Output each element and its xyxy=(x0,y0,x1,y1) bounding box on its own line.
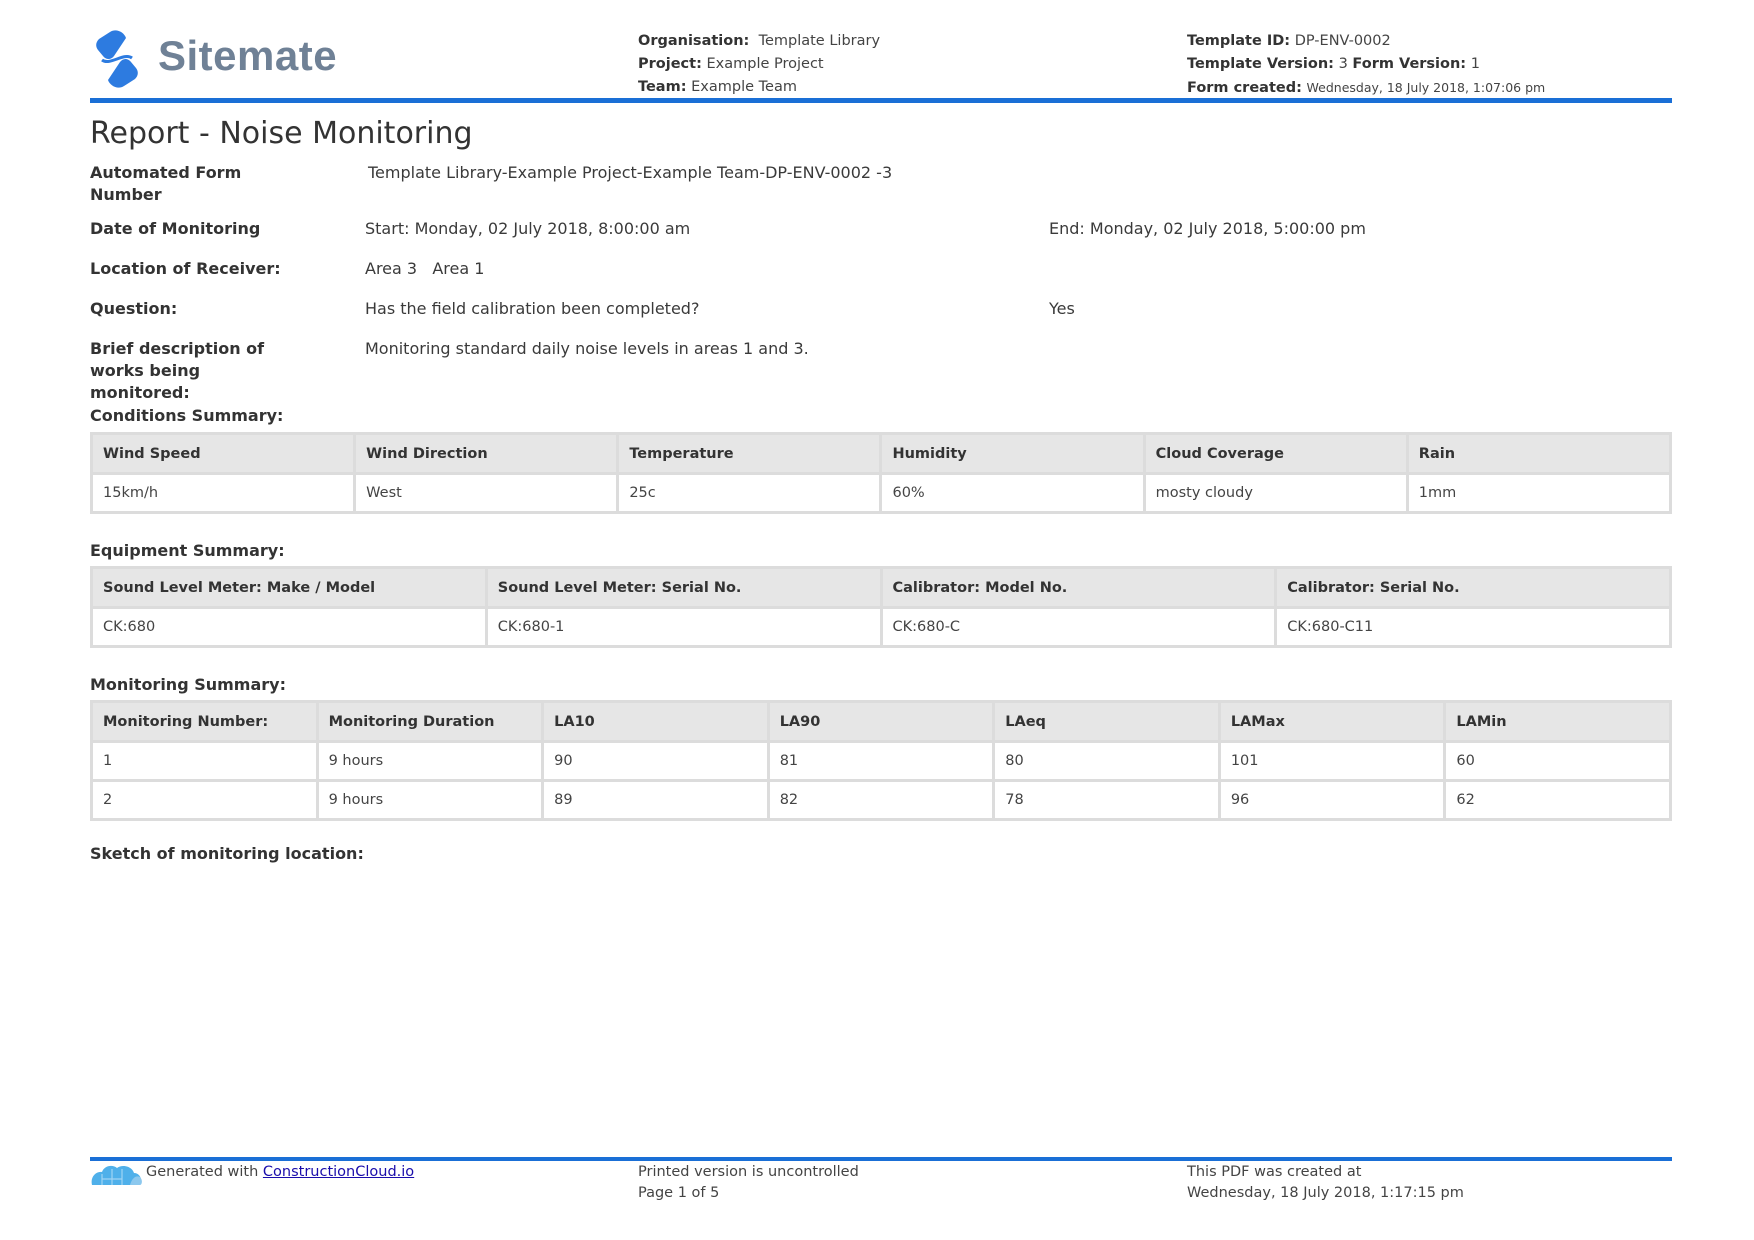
table-cell: 89 xyxy=(544,782,767,818)
table-row: 15km/h West 25c 60% mosty cloudy 1mm xyxy=(93,475,1669,511)
conditions-header-wind-speed: Wind Speed xyxy=(93,435,354,472)
footer-pdf-created: This PDF was created at Wednesday, 18 Ju… xyxy=(1187,1162,1464,1204)
monitoring-header-duration: Monitoring Duration xyxy=(318,703,542,740)
monitoring-header-la10: LA10 xyxy=(544,703,767,740)
conditions-title: Conditions Summary: xyxy=(90,406,284,425)
header-meta-organisation: Organisation: Template Library Project: … xyxy=(638,30,880,99)
table-cell: 96 xyxy=(1220,782,1444,818)
date-label: Date of Monitoring xyxy=(90,219,261,238)
table-cell: 80 xyxy=(995,743,1218,779)
conditions-header-wind-direction: Wind Direction xyxy=(356,435,617,472)
question-label: Question: xyxy=(90,299,178,318)
footer-divider xyxy=(90,1157,1672,1161)
construction-cloud-link[interactable]: ConstructionCloud.io xyxy=(263,1164,414,1180)
template-id-label: Template ID: xyxy=(1187,33,1291,49)
conditions-table: Wind Speed Wind Direction Temperature Hu… xyxy=(90,432,1672,514)
description-label: Brief description of works being monitor… xyxy=(90,339,265,402)
table-cell: 101 xyxy=(1220,743,1444,779)
table-row: CK:680 CK:680-1 CK:680-C CK:680-C11 xyxy=(93,609,1669,645)
project-value: Example Project xyxy=(706,56,824,72)
brand-name: Sitemate xyxy=(158,32,338,79)
template-version-value: 3 xyxy=(1338,56,1348,72)
team-label: Team: xyxy=(638,79,687,95)
footer-pdf-created-value: Wednesday, 18 July 2018, 1:17:15 pm xyxy=(1187,1185,1464,1201)
date-start-value: Start: Monday, 02 July 2018, 8:00:00 am xyxy=(365,219,691,238)
table-cell: CK:680 xyxy=(93,609,485,645)
conditions-header-cloud-coverage: Cloud Coverage xyxy=(1145,435,1406,472)
footer-generated: Generated with ConstructionCloud.io xyxy=(146,1162,414,1183)
equipment-header-row: Sound Level Meter: Make / Model Sound Le… xyxy=(93,569,1669,606)
equipment-header-calibrator-model: Calibrator: Model No. xyxy=(882,569,1275,606)
equipment-table: Sound Level Meter: Make / Model Sound Le… xyxy=(90,566,1672,648)
organisation-label: Organisation: xyxy=(638,33,750,49)
template-version-label: Template Version: xyxy=(1187,56,1334,72)
team-value: Example Team xyxy=(691,79,797,95)
table-cell: 62 xyxy=(1446,782,1669,818)
footer-generated-prefix: Generated with xyxy=(146,1164,259,1180)
location-label: Location of Receiver: xyxy=(90,259,281,278)
sitemate-logo-icon xyxy=(96,30,138,88)
sketch-title: Sketch of monitoring location: xyxy=(90,844,364,863)
table-cell: 15km/h xyxy=(93,475,354,511)
table-cell: 25c xyxy=(619,475,880,511)
table-row: 2 9 hours 89 82 78 96 62 xyxy=(93,782,1669,818)
conditions-header-humidity: Humidity xyxy=(882,435,1143,472)
form-number-label: Automated Form Number xyxy=(90,163,242,204)
table-cell: 90 xyxy=(544,743,767,779)
equipment-title: Equipment Summary: xyxy=(90,541,285,560)
form-number-value: Template Library-Example Project-Example… xyxy=(368,163,893,182)
monitoring-header-lamax: LAMax xyxy=(1220,703,1444,740)
table-cell: 2 xyxy=(93,782,316,818)
table-cell: 60% xyxy=(882,475,1143,511)
table-cell: 81 xyxy=(769,743,993,779)
footer-print-info: Printed version is uncontrolled Page 1 o… xyxy=(638,1162,859,1204)
monitoring-title: Monitoring Summary: xyxy=(90,675,286,694)
description-value: Monitoring standard daily noise levels i… xyxy=(365,339,809,358)
conditions-header-row: Wind Speed Wind Direction Temperature Hu… xyxy=(93,435,1669,472)
form-created-value: Wednesday, 18 July 2018, 1:07:06 pm xyxy=(1306,80,1546,95)
organisation-value: Template Library xyxy=(758,33,881,49)
table-cell: 9 hours xyxy=(318,782,542,818)
monitoring-header-la90: LA90 xyxy=(769,703,993,740)
table-cell: 78 xyxy=(995,782,1218,818)
form-version-label: Form Version: xyxy=(1352,56,1467,72)
table-cell: CK:680-C xyxy=(882,609,1275,645)
table-cell: 1 xyxy=(93,743,316,779)
equipment-header-meter-serial: Sound Level Meter: Serial No. xyxy=(487,569,880,606)
page-title: Report - Noise Monitoring xyxy=(90,116,473,151)
form-created-label: Form created: xyxy=(1187,80,1302,96)
table-cell: 82 xyxy=(769,782,993,818)
header-meta-template: Template ID: DP-ENV-0002 Template Versio… xyxy=(1187,30,1545,100)
footer-pdf-created-label: This PDF was created at xyxy=(1187,1164,1362,1180)
footer-page-number: Page 1 of 5 xyxy=(638,1185,720,1201)
equipment-header-calibrator-serial: Calibrator: Serial No. xyxy=(1277,569,1669,606)
conditions-header-rain: Rain xyxy=(1408,435,1669,472)
table-cell: mosty cloudy xyxy=(1145,475,1406,511)
table-row: 1 9 hours 90 81 80 101 60 xyxy=(93,743,1669,779)
construction-cloud-icon xyxy=(91,1165,142,1185)
project-label: Project: xyxy=(638,56,702,72)
table-cell: CK:680-1 xyxy=(487,609,880,645)
monitoring-header-number: Monitoring Number: xyxy=(93,703,316,740)
monitoring-header-lamin: LAMin xyxy=(1446,703,1669,740)
date-end-value: End: Monday, 02 July 2018, 5:00:00 pm xyxy=(1049,219,1366,238)
monitoring-header-laeq: LAeq xyxy=(995,703,1218,740)
table-cell: 9 hours xyxy=(318,743,542,779)
table-cell: West xyxy=(356,475,617,511)
table-cell: 60 xyxy=(1446,743,1669,779)
question-answer: Yes xyxy=(1049,299,1075,318)
template-id-value: DP-ENV-0002 xyxy=(1294,33,1391,49)
monitoring-table: Monitoring Number: Monitoring Duration L… xyxy=(90,700,1672,821)
table-cell: 1mm xyxy=(1408,475,1669,511)
form-version-value: 1 xyxy=(1470,56,1480,72)
question-value: Has the field calibration been completed… xyxy=(365,299,700,318)
footer-uncontrolled: Printed version is uncontrolled xyxy=(638,1164,859,1180)
table-cell: CK:680-C11 xyxy=(1277,609,1669,645)
location-value: Area 3 Area 1 xyxy=(365,259,485,278)
conditions-header-temperature: Temperature xyxy=(619,435,880,472)
monitoring-header-row: Monitoring Number: Monitoring Duration L… xyxy=(93,703,1669,740)
equipment-header-meter-model: Sound Level Meter: Make / Model xyxy=(93,569,485,606)
header-divider xyxy=(90,98,1672,103)
